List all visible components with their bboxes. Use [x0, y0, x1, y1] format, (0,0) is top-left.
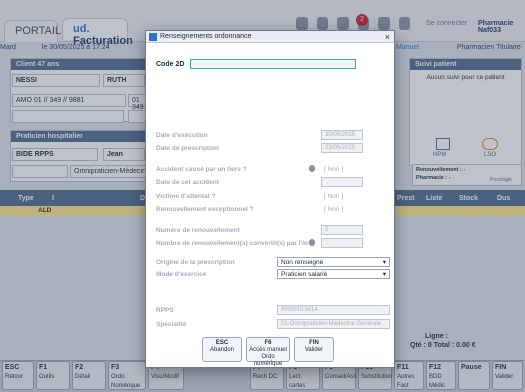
accident-label: Accident causé par un tiers ? [156, 166, 247, 173]
mode-select[interactable]: Praticien salarié ▾ [277, 269, 390, 279]
origine-select[interactable]: Non renseigné ▾ [277, 257, 390, 267]
date-execution-field[interactable]: 30/05/2025 [321, 130, 363, 140]
rpps-field[interactable]: 80000015614 [277, 305, 390, 315]
date-execution-label: Date d'exécution [156, 132, 208, 139]
victime-label: Victime d'attentat ? [156, 193, 216, 200]
code2d-input[interactable] [190, 59, 356, 69]
date-accident-label: Date de cet accident [156, 179, 219, 186]
rpps-label: RPPS [156, 307, 174, 314]
origine-label: Origine de la prescription [156, 259, 235, 266]
info-icon-2 [309, 239, 315, 246]
chevron-down-icon: ▾ [382, 259, 386, 266]
specialite-label: Spécialité [156, 321, 187, 328]
nb-renouv-field[interactable] [321, 238, 363, 248]
valider-button[interactable]: FIN Valider [294, 337, 334, 362]
ordo-numerique-button[interactable]: F6 Accès manuel Ordo numérique [246, 337, 290, 367]
renouv-exc-label: Renouvellement exceptionnel ? [156, 206, 254, 213]
specialite-field[interactable]: 01-Omnipraticien-Médecine Générale [277, 319, 390, 329]
accident-value[interactable]: [ Non ] [324, 166, 343, 173]
nb-renouv-label: Nombre de renouvellement(s) convertit(s)… [156, 240, 314, 247]
code2d-label: Code 2D [156, 61, 185, 68]
dialog-titlebar: Renseignements ordonnance [146, 31, 394, 43]
num-renouv-field[interactable]: 0 [321, 225, 363, 235]
close-icon[interactable]: × [385, 32, 390, 42]
dialog-title: Renseignements ordonnance [160, 33, 252, 40]
num-renouv-label: Numéro de renouvellement [156, 227, 240, 234]
chevron-down-icon: ▾ [382, 271, 386, 278]
date-accident-field[interactable] [321, 177, 363, 187]
mode-label: Mode d'exercice [156, 271, 207, 278]
date-prescription-field[interactable]: 23/05/2025 [321, 143, 363, 153]
abandon-button[interactable]: ESC Abandon [202, 337, 242, 362]
date-prescription-label: Date de prescription [156, 145, 219, 152]
victime-value[interactable]: [ Non ] [324, 193, 343, 200]
renouv-exc-value[interactable]: [ Non ] [324, 206, 343, 213]
dialog-app-icon [149, 33, 157, 41]
ordonnance-dialog: Renseignements ordonnance × Code 2D Date… [145, 30, 395, 368]
info-icon [309, 165, 315, 172]
